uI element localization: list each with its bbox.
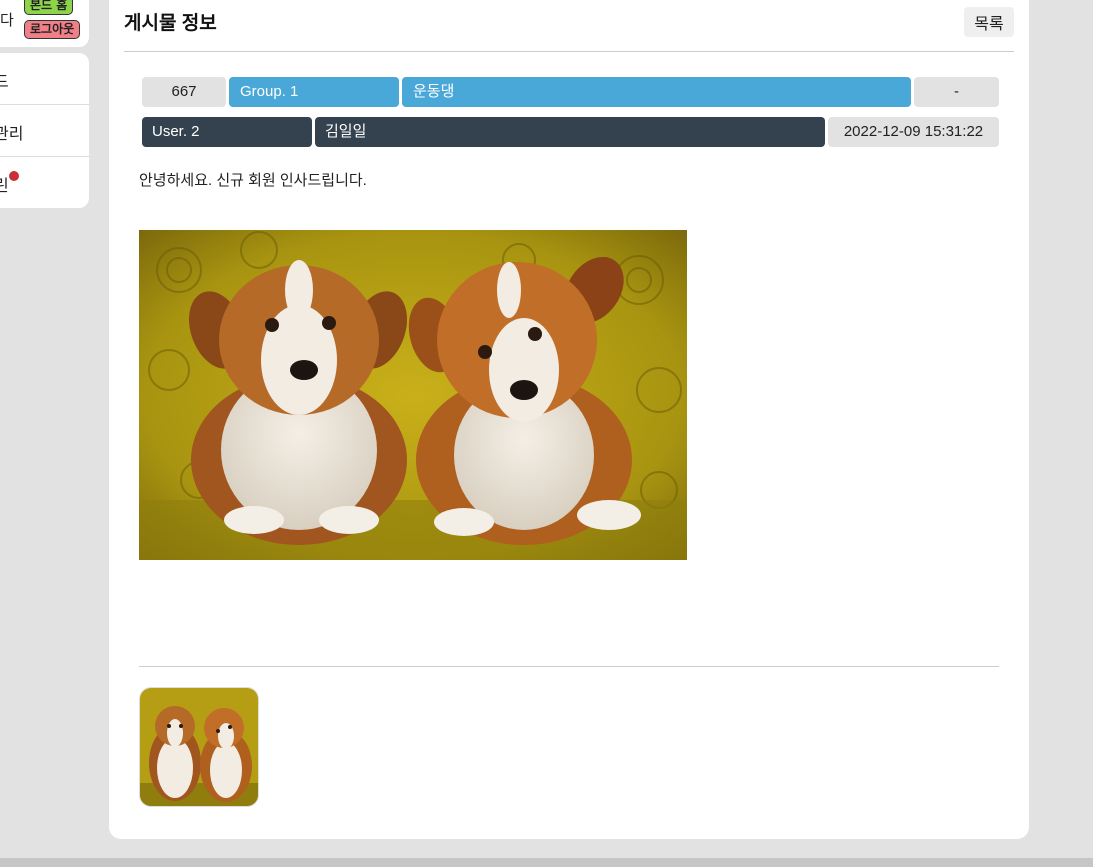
sidebar-item-2[interactable]: 관리 (0, 105, 89, 157)
sidebar-menu: 드 관리 린 (0, 53, 89, 208)
post-date: 2022-12-09 15:31:22 (828, 117, 999, 147)
sidebar-item-label: 관리 (0, 126, 24, 143)
page-title: 게시물 정보 (124, 13, 217, 34)
page: 다 본드 홈 로그아웃 드 관리 린 게시물 정보 목록 667 Group. … (0, 0, 1093, 867)
bottom-bar (0, 858, 1093, 867)
logout-button[interactable]: 로그아웃 (24, 20, 81, 39)
sidebar-item-label: 드 (0, 74, 9, 91)
profile-label: 다 (0, 12, 14, 29)
user-level-badge: User. 2 (142, 117, 312, 147)
puppies-thumbnail-image (140, 688, 258, 806)
list-button[interactable]: 목록 (964, 7, 1014, 37)
category-badge: 운동댕 (402, 77, 911, 107)
puppies-image (139, 230, 687, 560)
sidebar-item-1[interactable]: 드 (0, 53, 89, 105)
post-detail-card: 게시물 정보 목록 667 Group. 1 운동댕 - User. 2 김일일… (109, 0, 1029, 839)
sidebar-item-3[interactable]: 린 (0, 157, 89, 209)
sidebar-profile: 다 본드 홈 로그아웃 (0, 0, 89, 47)
group-badge: Group. 1 (229, 77, 399, 107)
divider (124, 51, 1014, 52)
extra-field: - (914, 77, 999, 107)
notification-dot (9, 171, 19, 181)
post-number: 667 (142, 77, 226, 107)
sidebar-item-label: 린 (0, 178, 9, 195)
post-image (139, 230, 687, 560)
divider (139, 666, 999, 667)
post-content: 안녕하세요. 신규 회원 인사드립니다. (139, 172, 367, 189)
band-home-button[interactable]: 본드 홈 (24, 0, 74, 15)
attachment-thumbnail[interactable] (139, 687, 259, 807)
author-name: 김일일 (315, 117, 825, 147)
